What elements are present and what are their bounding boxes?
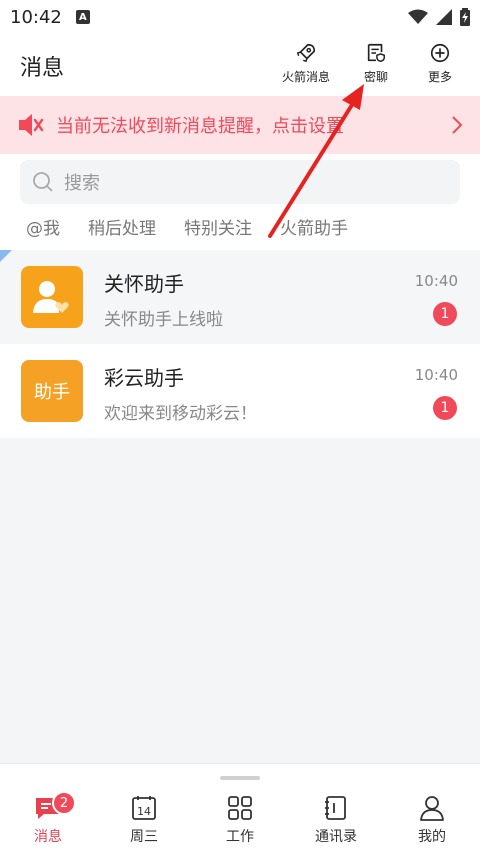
- more-label: 更多: [427, 70, 452, 84]
- conversation-name: 关怀助手: [104, 272, 184, 296]
- more-button[interactable]: 更多: [410, 42, 470, 85]
- notice-text: 当前无法收到新消息提醒，点击设置: [56, 116, 344, 137]
- page-title: 消息: [20, 56, 65, 81]
- filter-tabs: @我 稍后处理 特别关注 火箭助手: [26, 214, 348, 239]
- accessibility-notification-icon: A: [75, 10, 90, 24]
- nav-messages-label: 消息: [34, 829, 62, 845]
- nav-me[interactable]: 我的: [384, 764, 480, 853]
- drag-handle[interactable]: [220, 776, 260, 780]
- nav-calendar[interactable]: 14 周三: [96, 764, 192, 853]
- secret-chat-label: 密聊: [363, 70, 388, 84]
- nav-messages-badge: 2: [52, 791, 76, 815]
- chevron-right-icon: [452, 116, 463, 134]
- conversation-item[interactable]: 助手 彩云助手 欢迎来到移动彩云！ 10:40 1: [0, 344, 480, 438]
- search-input[interactable]: 搜索: [20, 160, 460, 204]
- unread-badge: 1: [433, 302, 457, 326]
- filter-special[interactable]: 特别关注: [184, 214, 252, 239]
- rocket-message-label: 火箭消息: [281, 70, 330, 84]
- user-icon: [420, 796, 444, 821]
- app-header: 消息 火箭消息 密聊 更多: [0, 34, 480, 96]
- contacts-book-icon: [325, 796, 346, 820]
- care-assistant-avatar: [21, 266, 83, 328]
- speaker-muted-icon: [19, 114, 44, 136]
- conversation-preview: 欢迎来到移动彩云！: [104, 404, 257, 424]
- conversation-item[interactable]: 关怀助手 关怀助手上线啦 10:40 1: [0, 250, 480, 344]
- nav-work-label: 工作: [226, 829, 254, 845]
- secret-chat-button[interactable]: 密聊: [346, 42, 406, 85]
- search-icon: [33, 172, 53, 192]
- search-placeholder: 搜索: [64, 173, 100, 194]
- user-heart-icon: [33, 281, 69, 313]
- caiyun-assistant-avatar: 助手: [21, 360, 83, 422]
- filter-mention[interactable]: @我: [26, 214, 60, 239]
- signal-icon: [436, 9, 452, 25]
- status-bar: 10:42 A: [0, 0, 480, 34]
- conversation-list: 关怀助手 关怀助手上线啦 10:40 1 助手 彩云助手 欢迎来到移动彩云！ 1…: [0, 250, 480, 438]
- rocket-icon: [296, 43, 316, 63]
- rocket-message-button[interactable]: 火箭消息: [276, 42, 336, 85]
- calendar-icon: 14: [132, 796, 156, 820]
- nav-contacts-label: 通讯录: [315, 829, 357, 845]
- conversation-preview: 关怀助手上线啦: [104, 310, 223, 330]
- nav-messages[interactable]: 消息 2: [0, 764, 96, 853]
- search-section: 搜索 @我 稍后处理 特别关注 火箭助手: [0, 154, 480, 250]
- filter-rocket-assistant[interactable]: 火箭助手: [280, 214, 348, 239]
- wifi-icon: [408, 9, 428, 24]
- nav-contacts[interactable]: 通讯录: [288, 764, 384, 853]
- calendar-day-number: 14: [137, 805, 151, 818]
- conversation-time: 10:40: [414, 272, 458, 290]
- unread-badge: 1: [433, 396, 457, 420]
- conversation-name: 彩云助手: [104, 366, 184, 390]
- secret-chat-icon: [367, 43, 385, 63]
- notification-settings-banner[interactable]: 当前无法收到新消息提醒，点击设置: [0, 96, 480, 154]
- plus-circle-icon: [430, 43, 450, 63]
- nav-me-label: 我的: [418, 829, 446, 845]
- conversation-time: 10:40: [414, 366, 458, 384]
- nav-calendar-label: 周三: [130, 829, 158, 845]
- pinned-corner-marker: [0, 250, 12, 262]
- status-time: 10:42: [10, 6, 62, 28]
- filter-later[interactable]: 稍后处理: [88, 214, 156, 239]
- battery-icon: [460, 8, 470, 26]
- grid-icon: [228, 796, 252, 820]
